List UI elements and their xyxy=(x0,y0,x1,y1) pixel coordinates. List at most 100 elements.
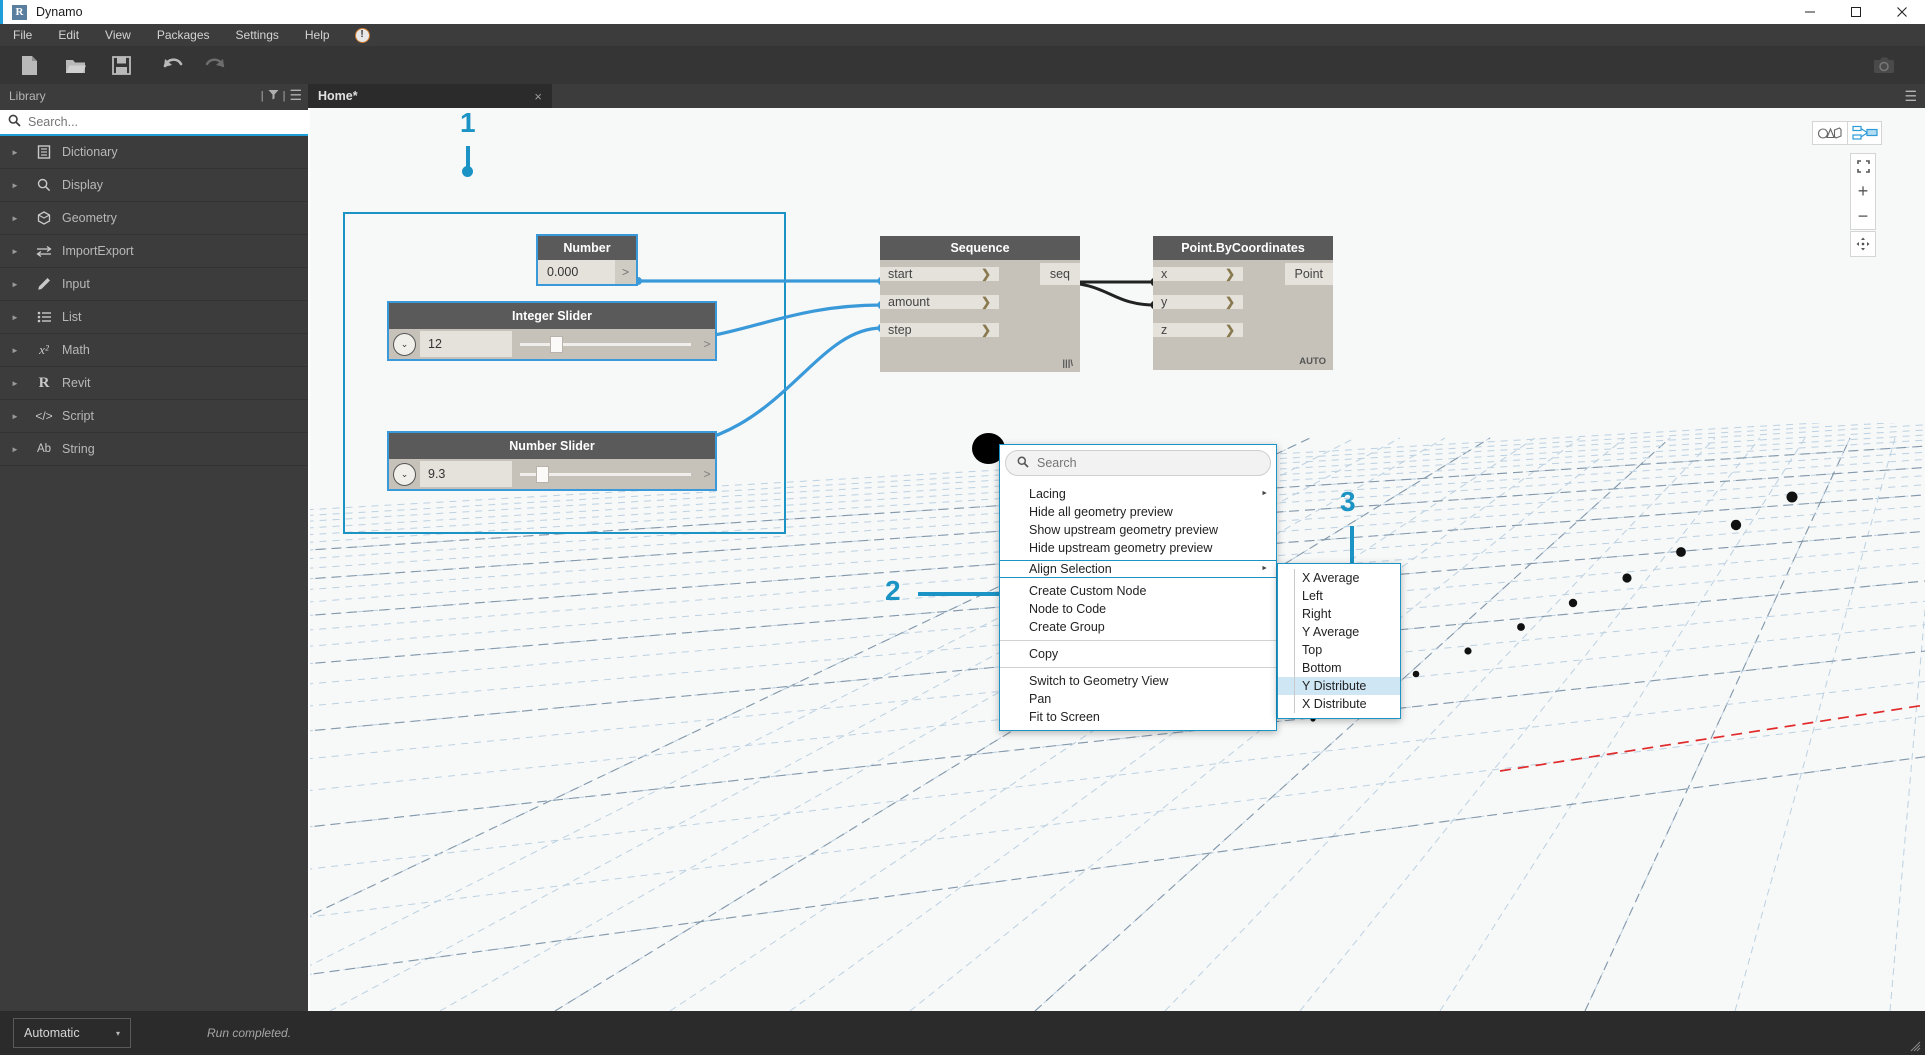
align-selection-submenu[interactable]: X Average Left Right Y Average Top Botto… xyxy=(1277,563,1401,719)
menu-view[interactable]: View xyxy=(92,24,144,46)
node-sequence[interactable]: Sequence start ❯ seq amount ❯ step ❯ |||… xyxy=(880,236,1080,372)
submenu-item-y-distribute[interactable]: Y Distribute xyxy=(1278,677,1400,695)
submenu-item-left[interactable]: Left xyxy=(1278,587,1400,605)
submenu-item-label: X Average xyxy=(1302,571,1360,585)
node-title: Number xyxy=(538,236,636,260)
menu-item-create-custom-node[interactable]: Create Custom Node xyxy=(1000,582,1276,600)
node-graph-icon[interactable] xyxy=(1847,122,1881,144)
number-slider-value[interactable]: 9.3 xyxy=(420,461,512,487)
slider-thumb[interactable] xyxy=(536,466,549,483)
sidebar-item-label: ImportExport xyxy=(62,244,134,258)
menu-settings[interactable]: Settings xyxy=(223,24,292,46)
menu-item-pan[interactable]: Pan xyxy=(1000,690,1276,708)
sidebar-item-string[interactable]: ► Ab String xyxy=(0,433,308,466)
filter-icon[interactable] xyxy=(268,89,279,103)
search-input[interactable] xyxy=(28,115,300,129)
menu-edit[interactable]: Edit xyxy=(45,24,92,46)
sidebar-item-revit[interactable]: ► R Revit xyxy=(0,367,308,400)
workspace-menu-icon[interactable]: ☰ xyxy=(1904,88,1917,105)
sidebar-item-script[interactable]: ► </> Script xyxy=(0,400,308,433)
sidebar-item-math[interactable]: ► x² Math xyxy=(0,334,308,367)
sidebar-item-display[interactable]: ► Display xyxy=(0,169,308,202)
node-integer-slider[interactable]: Integer Slider ⌄ 12 > xyxy=(387,301,717,361)
tab-home[interactable]: Home* × xyxy=(308,84,552,108)
menu-item-hide-upstream-geometry-preview[interactable]: Hide upstream geometry preview xyxy=(1000,539,1276,557)
chevron-down-icon[interactable]: ⌄ xyxy=(393,462,416,486)
menu-item-copy[interactable]: Copy xyxy=(1000,645,1276,663)
cube-icon xyxy=(30,211,58,225)
node-point-bycoordinates[interactable]: Point.ByCoordinates x ❯ Point y ❯ z ❯ AU… xyxy=(1153,236,1333,370)
context-search-input[interactable] xyxy=(1037,456,1259,470)
resize-grip-icon[interactable] xyxy=(1910,1041,1922,1053)
sidebar-item-importexport[interactable]: ► ImportExport xyxy=(0,235,308,268)
submenu-item-y-average[interactable]: Y Average xyxy=(1278,623,1400,641)
minimize-button[interactable] xyxy=(1787,0,1833,24)
fit-to-view-icon[interactable] xyxy=(1850,154,1876,179)
lacing-indicator[interactable]: |||\ xyxy=(880,344,1080,372)
redo-icon[interactable] xyxy=(196,46,234,84)
input-port-z[interactable]: z ❯ xyxy=(1153,316,1333,344)
sidebar-item-geometry[interactable]: ► Geometry xyxy=(0,202,308,235)
sidebar-item-dictionary[interactable]: ► Dictionary xyxy=(0,136,308,169)
maximize-button[interactable] xyxy=(1833,0,1879,24)
integer-slider-value[interactable]: 12 xyxy=(420,331,512,357)
zoom-in-button[interactable]: + xyxy=(1850,179,1876,204)
menu-file[interactable]: File xyxy=(0,24,45,46)
output-port[interactable]: > xyxy=(699,467,715,481)
menu-item-switch-to-geometry-view[interactable]: Switch to Geometry View xyxy=(1000,672,1276,690)
menu-item-lacing[interactable]: Lacing ► xyxy=(1000,485,1276,503)
input-port-amount[interactable]: amount ❯ xyxy=(880,288,1080,316)
output-port-seq[interactable]: seq xyxy=(1039,262,1080,285)
library-search[interactable] xyxy=(0,110,308,136)
context-menu-search[interactable] xyxy=(1005,450,1271,476)
library-menu-icon[interactable]: ☰ xyxy=(289,87,302,104)
output-port-point[interactable]: Point xyxy=(1284,262,1333,285)
input-port-x[interactable]: x ❯ Point xyxy=(1153,260,1333,288)
graph-canvas[interactable]: Number 0.000 > Integer Slider ⌄ 12 > Num… xyxy=(310,108,1925,1011)
input-port-step[interactable]: step ❯ xyxy=(880,316,1080,344)
camera-icon[interactable] xyxy=(1865,46,1903,84)
close-icon[interactable]: × xyxy=(534,89,542,104)
save-icon[interactable] xyxy=(102,46,140,84)
menu-item-create-group[interactable]: Create Group xyxy=(1000,618,1276,636)
open-folder-icon[interactable] xyxy=(56,46,94,84)
integer-slider-track[interactable] xyxy=(512,329,699,359)
submenu-item-top[interactable]: Top xyxy=(1278,641,1400,659)
input-port-start[interactable]: start ❯ seq xyxy=(880,260,1080,288)
menu-packages[interactable]: Packages xyxy=(144,24,223,46)
number-slider-track[interactable] xyxy=(512,459,699,489)
output-port[interactable]: > xyxy=(699,337,715,351)
run-mode-dropdown[interactable]: Automatic ▾ xyxy=(13,1018,131,1048)
menu-item-fit-to-screen[interactable]: Fit to Screen xyxy=(1000,708,1276,726)
geometry-shapes-icon[interactable] xyxy=(1813,122,1847,144)
context-menu[interactable]: Lacing ► Hide all geometry preview Show … xyxy=(999,444,1277,731)
menu-divider xyxy=(1000,640,1276,641)
menu-item-align-selection[interactable]: Align Selection ► xyxy=(1000,560,1276,578)
submenu-item-right[interactable]: Right xyxy=(1278,605,1400,623)
pan-cross-icon[interactable] xyxy=(1850,232,1876,256)
output-port[interactable]: > xyxy=(614,260,636,284)
submenu-item-x-distribute[interactable]: X Distribute xyxy=(1278,695,1400,713)
menu-item-node-to-code[interactable]: Node to Code xyxy=(1000,600,1276,618)
submenu-item-bottom[interactable]: Bottom xyxy=(1278,659,1400,677)
input-port-y[interactable]: y ❯ xyxy=(1153,288,1333,316)
node-body: 0.000 > xyxy=(538,260,636,284)
undo-icon[interactable] xyxy=(154,46,192,84)
node-number-slider[interactable]: Number Slider ⌄ 9.3 > xyxy=(387,431,717,491)
menu-item-show-upstream-geometry-preview[interactable]: Show upstream geometry preview xyxy=(1000,521,1276,539)
warning-icon[interactable]: ! xyxy=(354,27,370,43)
close-button[interactable] xyxy=(1879,0,1925,24)
sidebar-item-list[interactable]: ► List xyxy=(0,301,308,334)
menu-item-hide-all-geometry-preview[interactable]: Hide all geometry preview xyxy=(1000,503,1276,521)
port-label: amount xyxy=(888,294,930,309)
slider-thumb[interactable] xyxy=(550,336,563,353)
node-number[interactable]: Number 0.000 > xyxy=(536,234,638,286)
chevron-down-icon[interactable]: ⌄ xyxy=(393,332,416,356)
zoom-out-button[interactable]: − xyxy=(1850,204,1876,229)
new-file-icon[interactable] xyxy=(10,46,48,84)
magnifier-icon xyxy=(30,178,58,192)
number-value[interactable]: 0.000 xyxy=(538,260,615,284)
menu-help[interactable]: Help xyxy=(292,24,343,46)
submenu-item-x-average[interactable]: X Average xyxy=(1278,569,1400,587)
sidebar-item-input[interactable]: ► Input xyxy=(0,268,308,301)
